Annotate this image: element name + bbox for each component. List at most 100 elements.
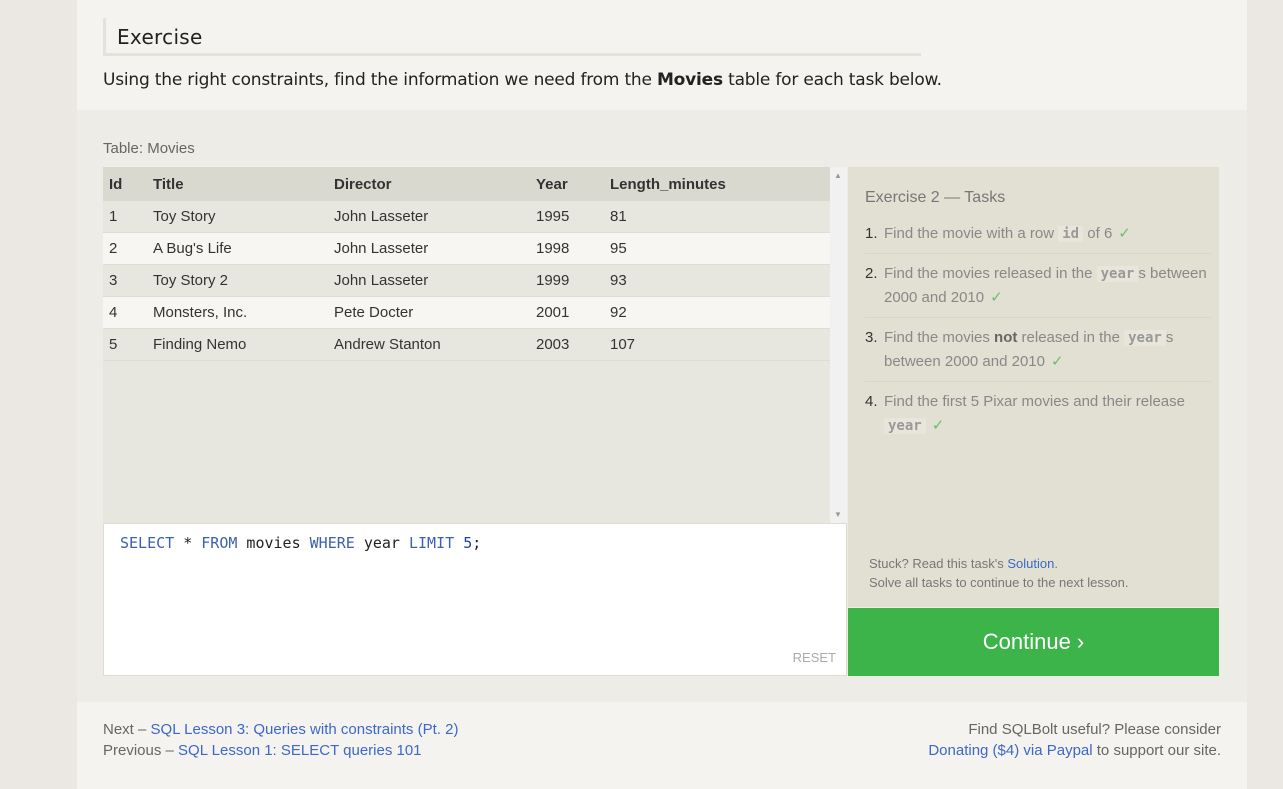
reset-button[interactable]: RESET	[793, 650, 836, 665]
task-text: Find the first 5 Pixar movies and their …	[884, 393, 1185, 410]
cell-year: 2003	[530, 328, 604, 361]
task-text: released in the	[1017, 329, 1125, 346]
exercise-intro: Using the right constraints, find the in…	[103, 70, 942, 90]
help-text: Stuck? Read this task's Solution. Solve …	[869, 554, 1128, 592]
cell-id: 4	[103, 296, 147, 329]
stuck-text: Stuck? Read this task's	[869, 556, 1008, 571]
scroll-up-arrow-icon[interactable]: ▲	[834, 171, 842, 180]
task-code: id	[1058, 226, 1084, 242]
task-list: 1. Find the movie with a row id of 6 ✓ 2. F…	[865, 222, 1211, 453]
table-header-row: Id Title Director Year Length_minutes	[103, 167, 830, 201]
cell-title: Monsters, Inc.	[147, 296, 328, 329]
cell-year: 2001	[530, 296, 604, 329]
sql-editor[interactable]: SELECT * FROM movies WHERE year LIMIT 5;…	[103, 523, 847, 676]
sql-keyword: FROM	[201, 534, 238, 552]
table-scrollbar[interactable]: ▲ ▼	[830, 167, 847, 523]
cell-title: A Bug's Life	[147, 232, 328, 265]
cell-title: Toy Story 2	[147, 264, 328, 297]
sql-number: 5	[463, 534, 473, 552]
sql-keyword: SELECT	[120, 534, 175, 552]
sql-token: *	[174, 534, 202, 552]
footer-navigation: Next – SQL Lesson 3: Queries with constr…	[103, 719, 458, 761]
solution-link[interactable]: Solution	[1007, 556, 1054, 571]
exercise-heading: Exercise	[117, 25, 203, 49]
intro-text-end: table for each task below.	[722, 70, 942, 90]
task-number: 3.	[865, 329, 878, 346]
checkmark-icon: ✓	[990, 289, 1003, 306]
checkmark-icon: ✓	[931, 417, 945, 434]
page: Exercise Using the right constraints, fi…	[77, 0, 1247, 789]
sql-token: year	[354, 534, 409, 552]
cell-id: 5	[103, 328, 147, 361]
task-item: 4. Find the first 5 Pixar movies and thei…	[865, 390, 1211, 445]
exercise-box: Table: Movies Id Title Director Year Len…	[77, 110, 1247, 702]
cell-id: 3	[103, 264, 147, 297]
cell-id: 2	[103, 232, 147, 265]
intro-text: Using the right constraints, find the in…	[103, 70, 657, 90]
results-table: Id Title Director Year Length_minutes 1 …	[103, 167, 830, 361]
scroll-down-arrow-icon[interactable]: ▼	[834, 510, 842, 519]
task-text: Find the movies	[884, 329, 995, 346]
table-caption: Table: Movies	[103, 140, 195, 157]
task-text: Find the movie with a row	[884, 225, 1059, 242]
task-item: 1. Find the movie with a row id of 6 ✓	[865, 222, 1211, 254]
task-number: 1.	[865, 225, 878, 242]
cell-director: Pete Docter	[328, 296, 530, 329]
solve-all-text: Solve all tasks to continue to the next …	[869, 575, 1129, 590]
previous-lesson-link[interactable]: SQL Lesson 1: SELECT queries 101	[178, 742, 421, 759]
task-code: year	[1124, 330, 1166, 346]
sql-token: ;	[472, 534, 482, 552]
cell-year: 1998	[530, 232, 604, 265]
cell-id: 1	[103, 201, 147, 233]
cell-year: 1995	[530, 201, 604, 233]
cell-length: 93	[604, 264, 830, 297]
useful-text: Find SQLBolt useful? Please consider	[968, 721, 1221, 738]
task-number: 2.	[865, 265, 878, 282]
table-row: 2 A Bug's Life John Lasseter 1998 95	[103, 232, 830, 265]
table-row: 1 Toy Story John Lasseter 1995 81	[103, 201, 830, 233]
checkmark-icon: ✓	[1050, 353, 1064, 370]
cell-director: John Lasseter	[328, 201, 530, 233]
column-header-year: Year	[530, 167, 604, 201]
cell-year: 1999	[530, 264, 604, 297]
task-code: year	[884, 418, 926, 434]
next-prefix: Next –	[103, 721, 151, 738]
continue-button[interactable]: Continue ›	[848, 608, 1219, 676]
donate-post-text: to support our site.	[1092, 742, 1221, 759]
column-header-director: Director	[328, 167, 530, 201]
table-row: 3 Toy Story 2 John Lasseter 1999 93	[103, 264, 830, 297]
cell-director: John Lasseter	[328, 264, 530, 297]
intro-table-name: Movies	[656, 70, 723, 90]
cell-length: 81	[604, 201, 830, 233]
column-header-id: Id	[103, 167, 147, 201]
column-header-length-minutes: Length_minutes	[604, 167, 830, 201]
sql-keyword: LIMIT	[409, 534, 455, 552]
column-header-title: Title	[147, 167, 328, 201]
task-code: year	[1096, 266, 1139, 282]
stuck-text-end: .	[1054, 556, 1058, 571]
sql-token: movies	[237, 534, 310, 552]
cell-title: Finding Nemo	[147, 328, 328, 361]
next-lesson-link[interactable]: SQL Lesson 3: Queries with constraints (…	[151, 721, 459, 738]
task-bold: not	[994, 329, 1018, 346]
cell-director: John Lasseter	[328, 232, 530, 265]
task-item: 2. Find the movies released in the year s …	[865, 262, 1211, 318]
sql-keyword: WHERE	[309, 534, 355, 552]
cell-length: 107	[604, 328, 830, 361]
cell-length: 95	[604, 232, 830, 265]
previous-prefix: Previous –	[103, 742, 179, 759]
table-row: 4 Monsters, Inc. Pete Docter 2001 92	[103, 296, 830, 329]
task-text: Find the movies released in the	[884, 265, 1097, 282]
results-table-container[interactable]: Id Title Director Year Length_minutes 1 …	[103, 167, 847, 523]
exercise-header: Exercise	[103, 18, 921, 56]
table-row: 5 Finding Nemo Andrew Stanton 2003 107	[103, 328, 830, 361]
tasks-title: Exercise 2 — Tasks	[865, 189, 1006, 206]
task-item: 3. Find the movies not released in the ye…	[865, 326, 1211, 382]
sql-query-text[interactable]: SELECT * FROM movies WHERE year LIMIT 5;	[120, 534, 481, 552]
checkmark-icon: ✓	[1118, 225, 1131, 242]
cell-director: Andrew Stanton	[328, 328, 530, 361]
cell-title: Toy Story	[147, 201, 328, 233]
cell-length: 92	[604, 296, 830, 329]
donate-link[interactable]: Donating ($4) via Paypal	[928, 742, 1092, 759]
